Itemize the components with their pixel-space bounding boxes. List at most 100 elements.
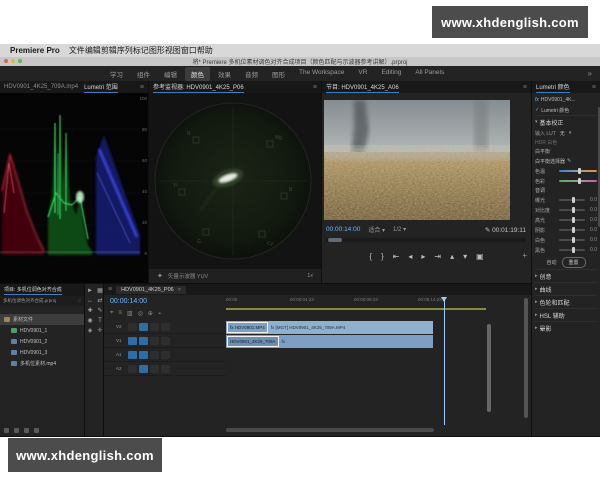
track-visibility-button[interactable] <box>161 322 170 331</box>
timeline-timecode[interactable]: 00:00:14:00 <box>110 298 147 305</box>
transport-button[interactable]: ⇤ <box>393 252 400 261</box>
tool-button[interactable]: ▦ <box>96 287 103 295</box>
source-patch-button[interactable] <box>128 322 137 331</box>
menu-item[interactable]: 编辑 <box>85 46 101 55</box>
eyedropper-icon[interactable]: ✎ <box>567 158 571 164</box>
lumetri-section-header[interactable]: ▸ HSL 辅助 <box>535 308 597 321</box>
timeline-tool-icon[interactable]: ⌖ <box>110 310 113 317</box>
tab-source-clip[interactable]: HDV0901_4K25_709A.mp4 <box>4 84 78 90</box>
track-lock-button[interactable] <box>150 336 159 345</box>
track-mute-button[interactable] <box>150 364 159 373</box>
source-patch-button[interactable] <box>128 364 137 373</box>
section-basic-correction[interactable]: ▾ 基本校正 <box>535 115 597 128</box>
tab-project[interactable]: 项目: 多机位调色对齐合成 <box>4 286 62 295</box>
transport-button[interactable]: ▴ <box>450 252 454 261</box>
wb-selector-row[interactable]: 白平衡选择器 ✎ <box>535 156 597 166</box>
track-solo-button[interactable] <box>161 350 170 359</box>
program-seek-bar[interactable] <box>326 238 526 242</box>
tone-slider[interactable] <box>559 227 585 233</box>
tint-slider[interactable] <box>559 178 597 184</box>
workspace-tab[interactable]: 学习 <box>104 67 129 81</box>
menu-item[interactable]: 序列 <box>117 46 133 55</box>
tone-slider-row[interactable]: 高光 0.0 <box>535 215 597 225</box>
tone-slider[interactable] <box>559 247 585 253</box>
track-target-button[interactable] <box>139 336 148 345</box>
tool-button[interactable]: ✎ <box>96 307 103 315</box>
panel-menu-icon[interactable]: ≡ <box>140 84 144 91</box>
source-patch-button[interactable] <box>128 350 137 359</box>
timeline-vertical-scrollbar[interactable] <box>524 298 528 418</box>
timeline-tool-icon[interactable]: ▥ <box>127 310 133 317</box>
lumetri-section-header[interactable]: ▸ 色轮和匹配 <box>535 295 597 308</box>
tone-slider-row[interactable]: 对比度 0.0 <box>535 205 597 215</box>
menu-item[interactable]: 帮助 <box>197 46 213 55</box>
panel-menu-icon[interactable]: ≡ <box>523 84 527 91</box>
track-target-button[interactable] <box>139 322 148 331</box>
tool-button[interactable]: ✛ <box>96 327 103 335</box>
tool-button[interactable]: ◉ <box>86 317 94 325</box>
tone-slider-row[interactable]: 阴影 0.0 <box>535 225 597 235</box>
close-icon[interactable]: × <box>178 287 181 293</box>
transport-button[interactable]: ▣ <box>476 252 484 261</box>
workspace-tab[interactable]: Editing <box>375 67 407 81</box>
workspace-tab[interactable]: 效果 <box>212 67 237 81</box>
tone-slider[interactable] <box>559 207 585 213</box>
track-mute-button[interactable] <box>150 350 159 359</box>
transport-button[interactable]: ◂ <box>408 252 412 261</box>
reset-button[interactable]: 重置 <box>561 256 586 268</box>
workspace-tab[interactable]: 颜色 <box>185 66 210 81</box>
track-scrollbar[interactable] <box>487 324 491 412</box>
transport-button[interactable]: ▾ <box>463 252 467 261</box>
menu-item[interactable]: 视图 <box>165 46 181 55</box>
resolution-dropdown[interactable]: 1/2 ▾ <box>393 226 406 233</box>
timeline-tool-icon[interactable]: ⊕ <box>148 310 153 317</box>
transport-button[interactable]: ⇥ <box>434 252 441 261</box>
temperature-slider[interactable] <box>559 168 597 174</box>
tool-button[interactable]: ◈ <box>86 327 94 335</box>
settings-icon[interactable]: ✦ <box>157 272 163 280</box>
timeline-tool-icon[interactable]: ◎ <box>138 310 143 317</box>
timeline-tool-icon[interactable]: ⌁ <box>158 310 162 317</box>
button-editor-icon[interactable]: + <box>522 251 527 260</box>
track-solo-button[interactable] <box>161 364 170 373</box>
tool-button[interactable]: T <box>96 317 103 325</box>
work-area-bar[interactable] <box>226 308 486 310</box>
menu-item[interactable]: 图形 <box>149 46 165 55</box>
menu-item[interactable]: 窗口 <box>181 46 197 55</box>
transport-button[interactable]: ▸ <box>421 252 425 261</box>
tab-lumetri-scopes[interactable]: Lumetri 范围 <box>84 82 118 93</box>
project-footer-icons[interactable] <box>4 428 39 433</box>
panel-menu-icon[interactable]: ≡ <box>108 286 112 293</box>
temperature-slider-row[interactable]: 色温 <box>535 166 597 176</box>
scope-zoom-level[interactable]: 1x <box>307 273 313 279</box>
menu-item[interactable]: 剪辑 <box>101 46 117 55</box>
track-visibility-button[interactable] <box>161 336 170 345</box>
tint-slider-row[interactable]: 色彩 <box>535 176 597 186</box>
workspace-tab[interactable]: All Panels <box>409 67 450 81</box>
fit-dropdown[interactable]: 适合 ▾ <box>368 225 385 234</box>
auto-button[interactable]: 自动 <box>546 259 556 266</box>
lumetri-section-header[interactable]: ▸ 晕影 <box>535 321 597 334</box>
workspace-overflow-icon[interactable]: » <box>588 69 592 78</box>
hdr-white-row[interactable]: HDR 白色 <box>535 138 597 147</box>
seek-thumb[interactable] <box>328 238 342 242</box>
tool-button[interactable]: ↔ <box>86 297 94 305</box>
project-item[interactable]: 素材文件 <box>0 314 84 325</box>
tone-slider-row[interactable]: 曝光 0.0 <box>535 195 597 205</box>
traffic-lights[interactable] <box>4 59 22 63</box>
track-target-button[interactable] <box>139 350 148 359</box>
tool-button[interactable]: ✚ <box>86 307 94 315</box>
menu-item[interactable]: 标记 <box>133 46 149 55</box>
timeline-clip-v1[interactable]: HDV0901_4K25_709A fx <box>226 335 433 348</box>
workspace-tab[interactable]: 图形 <box>266 67 291 81</box>
lumetri-section-header[interactable]: ▸ 创意 <box>535 269 597 282</box>
tab-program-monitor[interactable]: 节目: HDV0901_4K25_A06 <box>326 82 399 93</box>
lumetri-effect-row[interactable]: ✓ Lumetri 颜色 <box>535 105 597 115</box>
scope-type-label[interactable]: 矢量示波器 YUV <box>168 272 208 280</box>
workspace-tab[interactable]: VR <box>352 67 373 81</box>
track-lock-button[interactable] <box>150 322 159 331</box>
program-timecode[interactable]: 00:00:14:00 <box>326 226 360 233</box>
panel-menu-icon[interactable]: ≡ <box>592 84 596 91</box>
timeline-clip-v2[interactable]: fx HDV0901.MP4 fx [MGT] HDV0901_4K25_709… <box>226 321 433 334</box>
timeline-horizontal-scrollbar[interactable] <box>226 428 434 432</box>
